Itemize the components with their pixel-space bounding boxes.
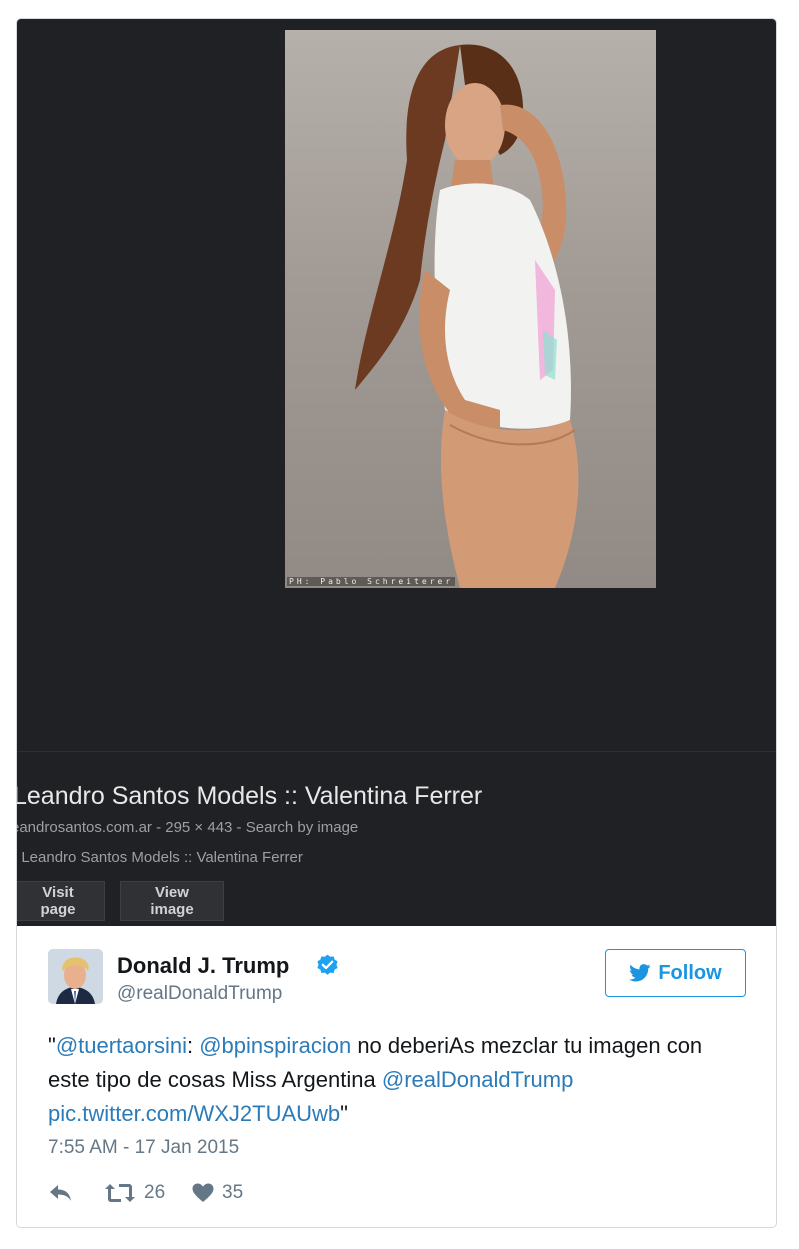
twitter-bird-icon (629, 964, 651, 982)
mention-link[interactable]: @realDonaldTrump (382, 1067, 573, 1092)
user-handle[interactable]: @realDonaldTrump (117, 983, 282, 1005)
embedded-tweet-card: PH: Pablo Schreiterer Leandro Santos Mod… (16, 18, 777, 1228)
follow-button[interactable]: Follow (605, 949, 746, 997)
heart-icon (192, 1183, 214, 1202)
retweet-button[interactable]: 26 (104, 1179, 165, 1207)
image-result-description: : Leandro Santos Models :: Valentina Fer… (17, 849, 303, 866)
mention-link[interactable]: @tuertaorsini (56, 1033, 187, 1058)
panel-divider (17, 751, 776, 752)
display-name[interactable]: Donald J. Trump (117, 953, 289, 979)
image-result-meta: eandrosantos.com.ar - 295 × 443 - Search… (17, 819, 359, 836)
image-result-title: Leandro Santos Models :: Valentina Ferre… (17, 782, 483, 810)
avatar-portrait (48, 949, 103, 1004)
retweet-icon (105, 1184, 135, 1202)
view-image-button[interactable]: View image (120, 881, 224, 921)
retweet-count: 26 (144, 1182, 166, 1203)
like-count: 35 (222, 1182, 244, 1203)
mention-link[interactable]: @bpinspiracion (199, 1033, 351, 1058)
visit-page-button[interactable]: Visit page (17, 881, 105, 921)
tweet-timestamp[interactable]: 7:55 AM - 17 Jan 2015 (48, 1137, 239, 1159)
like-button[interactable]: 35 (192, 1179, 243, 1207)
photo-credit: PH: Pablo Schreiterer (287, 577, 456, 586)
reply-icon (50, 1185, 71, 1201)
model-photo: PH: Pablo Schreiterer (285, 30, 656, 588)
tweet-text-colon: : (186, 1033, 200, 1058)
tweet-text: "@tuertaorsini: @bpinspiracion no deberi… (48, 1029, 748, 1131)
avatar[interactable] (48, 949, 103, 1004)
photo-illustration (355, 44, 579, 588)
verified-badge-icon (317, 954, 338, 975)
tweet-text-quote-open: " (48, 1033, 56, 1058)
tweet-text-quote-close: " (340, 1101, 348, 1126)
tweet-media-screenshot[interactable]: PH: Pablo Schreiterer Leandro Santos Mod… (17, 19, 776, 926)
pic-link[interactable]: pic.twitter.com/WXJ2TUAUwb (48, 1101, 340, 1126)
follow-label: Follow (658, 961, 722, 984)
reply-button[interactable] (48, 1179, 74, 1207)
